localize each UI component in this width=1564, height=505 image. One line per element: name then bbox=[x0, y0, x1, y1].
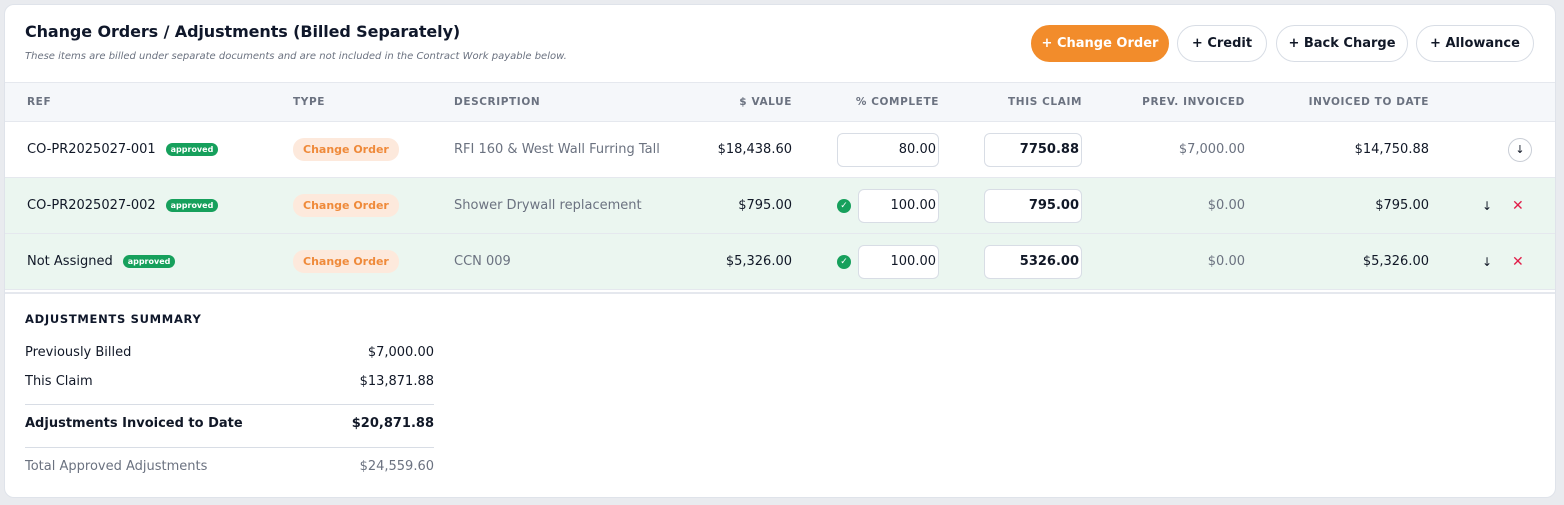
row-invoiced-to-date: $5,326.00 bbox=[1362, 254, 1429, 269]
row-prev-invoiced: $7,000.00 bbox=[1178, 142, 1245, 157]
table-row: Not Assigned approved Change Order CCN 0… bbox=[5, 234, 1555, 290]
summary-divider bbox=[25, 447, 434, 448]
row-value: $5,326.00 bbox=[725, 254, 792, 269]
arrow-down-icon[interactable]: ↓ bbox=[1482, 255, 1492, 269]
add-credit-button[interactable]: + Credit bbox=[1177, 25, 1267, 62]
page-title: Change Orders / Adjustments (Billed Sepa… bbox=[25, 22, 461, 41]
table-row: CO-PR2025027-001 approved Change Order R… bbox=[5, 122, 1555, 178]
summary-value: $13,871.88 bbox=[359, 374, 434, 389]
col-value: $ VALUE bbox=[739, 96, 792, 108]
type-badge: Change Order bbox=[293, 250, 399, 273]
this-claim-input[interactable]: 7750.88 bbox=[984, 132, 1082, 167]
arrow-down-icon[interactable]: ↓ bbox=[1482, 199, 1492, 213]
card-header: Change Orders / Adjustments (Billed Sepa… bbox=[5, 5, 1555, 82]
row-prev-invoiced: $0.00 bbox=[1207, 254, 1245, 269]
type-badge: Change Order bbox=[293, 138, 399, 161]
row-description: RFI 160 & West Wall Furring Tall C bbox=[454, 142, 662, 157]
arrow-down-icon: ↓ bbox=[1515, 143, 1525, 156]
col-prev-invoiced: PREV. INVOICED bbox=[1142, 96, 1245, 108]
table-header: REF TYPE DESCRIPTION $ VALUE % COMPLETE … bbox=[5, 82, 1555, 122]
summary-value: $20,871.88 bbox=[351, 416, 434, 431]
summary-value: $24,559.60 bbox=[359, 459, 434, 474]
row-invoiced-to-date: $795.00 bbox=[1375, 198, 1429, 213]
col-ref: REF bbox=[27, 96, 52, 108]
row-value: $795.00 bbox=[738, 198, 792, 213]
row-ref: Not Assigned bbox=[27, 254, 113, 269]
summary-label: This Claim bbox=[25, 374, 93, 389]
col-this-claim: THIS CLAIM bbox=[1008, 96, 1082, 108]
row-description: CCN 009 bbox=[454, 254, 511, 269]
percent-complete-input[interactable]: 100.00 bbox=[858, 244, 939, 279]
row-prev-invoiced: $0.00 bbox=[1207, 198, 1245, 213]
table-row: CO-PR2025027-002 approved Change Order S… bbox=[5, 178, 1555, 234]
summary-label: Previously Billed bbox=[25, 345, 132, 360]
summary-label: Adjustments Invoiced to Date bbox=[25, 416, 243, 431]
this-claim-input[interactable]: 795.00 bbox=[984, 188, 1082, 223]
this-claim-input[interactable]: 5326.00 bbox=[984, 244, 1082, 279]
delete-icon[interactable]: ✕ bbox=[1512, 254, 1524, 270]
type-badge: Change Order bbox=[293, 194, 399, 217]
summary-value: $7,000.00 bbox=[367, 345, 434, 360]
check-icon: ✓ bbox=[837, 198, 851, 213]
check-icon: ✓ bbox=[837, 254, 851, 269]
col-complete: % COMPLETE bbox=[855, 96, 939, 108]
status-badge: approved bbox=[122, 255, 176, 268]
col-description: DESCRIPTION bbox=[454, 96, 541, 108]
row-description: Shower Drywall replacement bbox=[454, 198, 642, 213]
col-invoiced-to-date: INVOICED TO DATE bbox=[1308, 96, 1429, 108]
add-change-order-button[interactable]: + Change Order bbox=[1031, 25, 1169, 62]
percent-complete-input[interactable]: 80.00 bbox=[837, 132, 939, 167]
summary-label: Total Approved Adjustments bbox=[25, 459, 208, 474]
page-subtitle: These items are billed under separate do… bbox=[25, 51, 567, 62]
delete-icon[interactable]: ✕ bbox=[1512, 198, 1524, 214]
status-badge: approved bbox=[165, 143, 219, 156]
row-ref: CO-PR2025027-001 bbox=[27, 142, 156, 157]
add-back-charge-button[interactable]: + Back Charge bbox=[1276, 25, 1408, 62]
adjustments-card: Change Orders / Adjustments (Billed Sepa… bbox=[4, 4, 1556, 498]
add-allowance-button[interactable]: + Allowance bbox=[1416, 25, 1534, 62]
status-badge: approved bbox=[165, 199, 219, 212]
row-ref: CO-PR2025027-002 bbox=[27, 198, 156, 213]
row-value: $18,438.60 bbox=[717, 142, 792, 157]
expand-row-button[interactable]: ↓ bbox=[1508, 137, 1532, 162]
summary-divider bbox=[25, 404, 434, 405]
section-divider bbox=[5, 292, 1555, 294]
col-type: TYPE bbox=[293, 96, 326, 108]
row-invoiced-to-date: $14,750.88 bbox=[1354, 142, 1429, 157]
summary-title: ADJUSTMENTS SUMMARY bbox=[25, 312, 202, 326]
percent-complete-input[interactable]: 100.00 bbox=[858, 188, 939, 223]
